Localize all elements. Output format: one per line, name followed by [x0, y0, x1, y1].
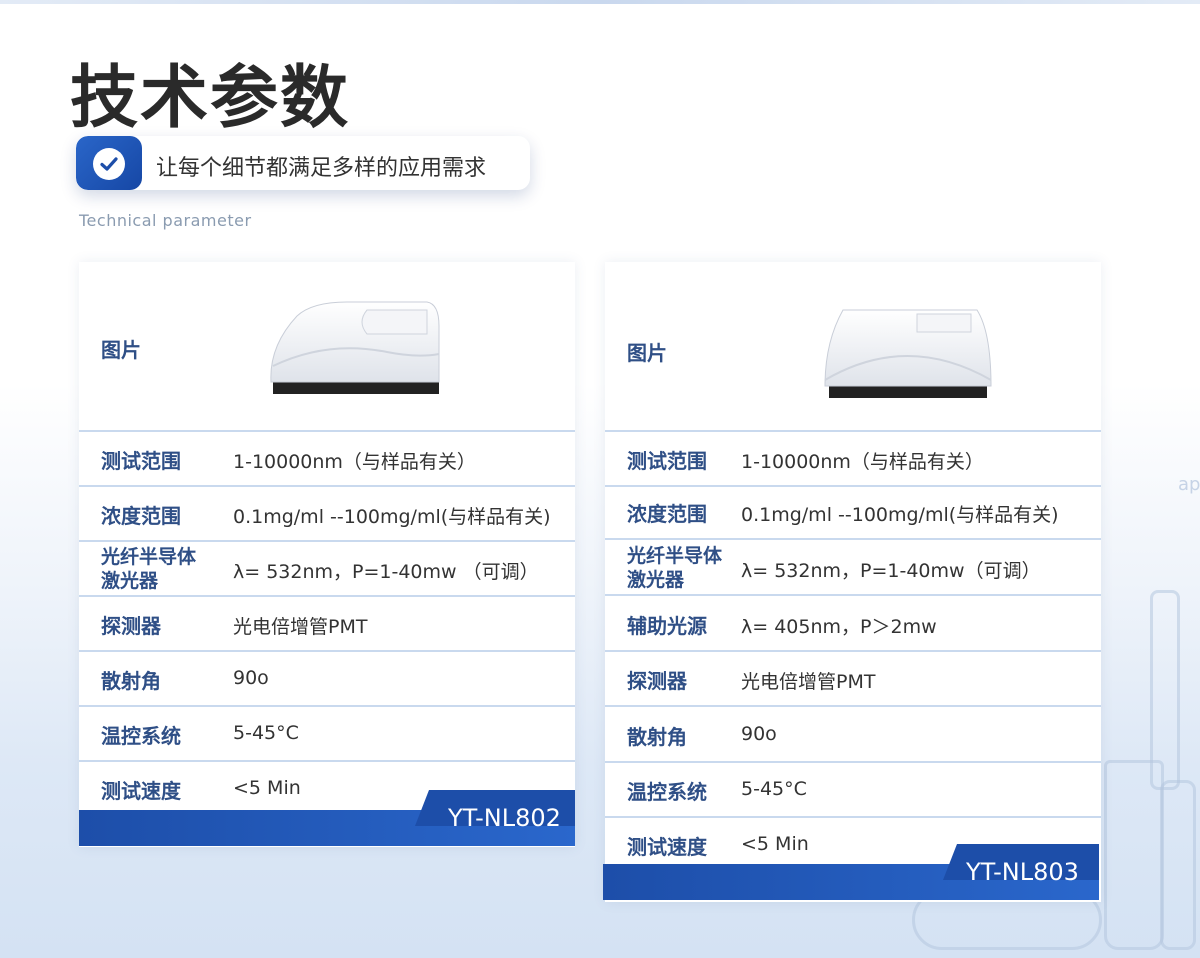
- spec-label: 探测器: [627, 669, 687, 693]
- spec-label: 光纤半导体激光器: [627, 545, 723, 591]
- spec-value: 1-10000nm（与样品有关）: [233, 451, 476, 473]
- spec-value: <5 Min: [741, 833, 809, 855]
- spec-row: 温控系统 5-45°C: [79, 707, 575, 762]
- spec-row: 测试范围 1-10000nm（与样品有关）: [605, 432, 1101, 487]
- tagline-pill: 让每个细节都满足多样的应用需求: [76, 136, 530, 190]
- spec-row: 浓度范围 0.1mg/ml --100mg/ml(与样品有关): [79, 487, 575, 542]
- spec-value: 5-45°C: [741, 778, 807, 800]
- spec-row: 散射角 90o: [79, 652, 575, 707]
- spec-row: 浓度范围 0.1mg/ml --100mg/ml(与样品有关): [605, 485, 1101, 540]
- image-row-label: 图片: [101, 338, 141, 362]
- tagline-text: 让每个细节都满足多样的应用需求: [156, 156, 487, 181]
- spec-value: 0.1mg/ml --100mg/ml(与样品有关): [233, 506, 551, 528]
- spec-card-nl803: 图片 测试范围 1-10000nm（与样品有关） 浓度范围 0.1mg/ml --10…: [605, 262, 1101, 902]
- spec-card-nl802: 图片 测试范围 1-10000nm（与样品有关） 浓度范围 0.1mg/ml --10…: [79, 262, 575, 847]
- instrument-image: [824, 309, 992, 398]
- spec-value: λ= 532nm，P=1-40mw（可调）: [741, 560, 1041, 582]
- background-text: ap: [1178, 474, 1200, 495]
- spec-value: λ= 532nm，P=1-40mw （可调）: [233, 561, 539, 583]
- spec-row: 探测器 光电倍增管PMT: [79, 597, 575, 652]
- page-subtitle: Technical parameter: [79, 211, 252, 230]
- spec-row: 散射角 90o: [605, 708, 1101, 763]
- spec-row: 测试范围 1-10000nm（与样品有关）: [79, 432, 575, 487]
- spec-value: 光电倍增管PMT: [233, 616, 368, 638]
- instrument-image: [270, 301, 440, 394]
- spec-value: 0.1mg/ml --100mg/ml(与样品有关): [741, 504, 1059, 526]
- spec-row: 温控系统 5-45°C: [605, 763, 1101, 818]
- image-row: 图片: [79, 262, 575, 432]
- spec-label: 光纤半导体激光器: [101, 546, 197, 592]
- spec-label: 测试范围: [101, 449, 181, 473]
- spec-label: 温控系统: [627, 780, 707, 804]
- spec-row: 探测器 光电倍增管PMT: [605, 652, 1101, 707]
- spec-value: λ= 405nm，P＞2mw: [741, 616, 937, 638]
- model-name-nl803: YT-NL803: [966, 858, 1079, 886]
- spec-value: 5-45°C: [233, 722, 299, 744]
- model-name-nl802: YT-NL802: [448, 804, 561, 832]
- flask-decoration: [1150, 590, 1180, 790]
- spec-label: 温控系统: [101, 724, 181, 748]
- top-accent-line: [0, 0, 1200, 4]
- spec-row: 辅助光源 λ= 405nm，P＞2mw: [605, 597, 1101, 652]
- spec-label: 辅助光源: [627, 614, 707, 638]
- spec-label: 浓度范围: [627, 502, 707, 526]
- spec-value: 90o: [741, 723, 777, 745]
- spec-label: 探测器: [101, 614, 161, 638]
- spec-label: 测试范围: [627, 449, 707, 473]
- spec-row: 光纤半导体激光器 λ= 532nm，P=1-40mw （可调）: [79, 542, 575, 597]
- page-title: 技术参数: [70, 58, 351, 138]
- image-row-label: 图片: [627, 341, 667, 365]
- spec-label: 浓度范围: [101, 504, 181, 528]
- spec-value: <5 Min: [233, 777, 301, 799]
- spec-value: 90o: [233, 667, 269, 689]
- spec-row: 光纤半导体激光器 λ= 532nm，P=1-40mw（可调）: [605, 541, 1101, 596]
- spec-label: 散射角: [627, 725, 687, 749]
- tagline-icon-box: [76, 136, 142, 190]
- spec-label: 测试速度: [627, 835, 707, 859]
- spec-value: 1-10000nm（与样品有关）: [741, 451, 984, 473]
- spec-label: 散射角: [101, 669, 161, 693]
- image-row: 图片: [605, 262, 1101, 432]
- spec-value: 光电倍增管PMT: [741, 671, 876, 693]
- spec-label: 测试速度: [101, 779, 181, 803]
- check-circle-icon: [93, 148, 125, 180]
- tube-decoration: [1160, 780, 1196, 950]
